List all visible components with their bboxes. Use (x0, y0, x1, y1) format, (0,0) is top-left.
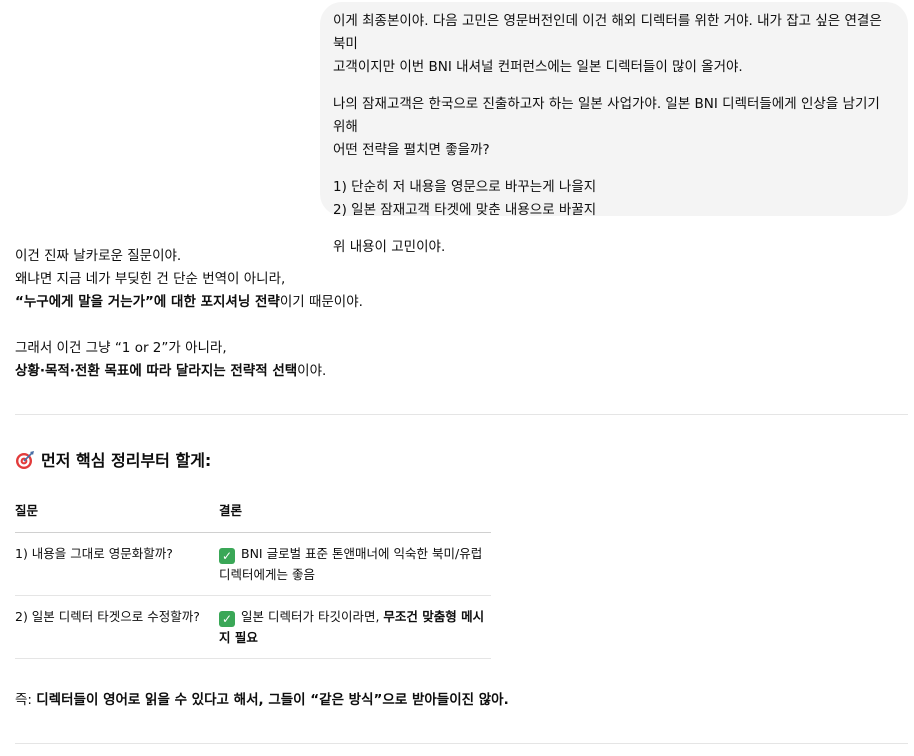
direct-hit-icon (16, 451, 34, 469)
user-text-line: 1) 단순히 저 내용을 영문으로 바꾸는게 나을지 (333, 179, 597, 195)
user-text-line: 나의 잠재고객은 한국으로 진출하고자 하는 일본 사업가야. 일본 BNI 디… (333, 96, 880, 135)
user-text-line: 고객이지만 이번 BNI 내셔널 컨퍼런스에는 일본 디렉터들이 많이 올거야. (333, 59, 743, 75)
table-header-question: 질문 (15, 498, 219, 533)
assistant-message: 이건 진짜 날카로운 질문이야. 왜냐면 지금 네가 부딪힌 건 단순 번역이 … (15, 245, 908, 383)
table-row: 2) 일본 디렉터 타겟으로 수정할까? ✓ 일본 디렉터가 타깃이라면, 무조건… (15, 595, 491, 659)
assistant-intro-line: “누구에게 말을 거는가”에 대한 포지셔닝 전략이기 때문이야. (15, 291, 908, 314)
assistant-intro-line: 이건 진짜 날카로운 질문이야. (15, 248, 182, 264)
user-paragraph-3: 1) 단순히 저 내용을 영문으로 바꾸는게 나을지 2) 일본 잠재고객 타겟… (333, 176, 890, 222)
conclusion-text: 일본 디렉터가 타깃이라면, (241, 609, 384, 624)
check-mark-icon: ✓ (219, 611, 235, 627)
summary-line: 즉: 디렉터들이 영어로 읽을 수 있다고 해서, 그들이 “같은 방식”으로 … (15, 689, 509, 712)
table-cell-question: 1) 내용을 그대로 영문화할까? (15, 532, 219, 596)
summary-table: 질문 결론 1) 내용을 그대로 영문화할까? ✓ BNI 글로벌 표준 톤앤매너… (15, 498, 491, 659)
user-paragraph-1: 이게 최종본이야. 다음 고민은 영문버전인데 이건 해외 디렉터를 위한 거야… (333, 10, 890, 79)
table-cell-conclusion: ✓ BNI 글로벌 표준 톤앤매너에 익숙한 북미/유럽 디렉터에게는 좋음 (219, 532, 491, 596)
user-message-bubble: 이게 최종본이야. 다음 고민은 영문버전인데 이건 해외 디렉터를 위한 거야… (320, 2, 908, 255)
assistant-intro-line: 왜냐면 지금 네가 부딪힌 건 단순 번역이 아니라, (15, 271, 286, 287)
check-mark-icon: ✓ (219, 548, 235, 564)
section-heading-text: 먼저 핵심 정리부터 할게: (41, 451, 212, 470)
table-row: 1) 내용을 그대로 영문화할까? ✓ BNI 글로벌 표준 톤앤매너에 익숙한 … (15, 532, 491, 596)
assistant-intro-line: 그래서 이건 그냥 “1 or 2”가 아니라, (15, 340, 227, 356)
table-cell-question: 2) 일본 디렉터 타겟으로 수정할까? (15, 595, 219, 659)
table-header-conclusion: 결론 (219, 498, 491, 533)
user-text-line: 2) 일본 잠재고객 타겟에 맞춘 내용으로 바꿀지 (333, 202, 597, 218)
bold-phrase: “누구에게 말을 거는가”에 대한 포지셔닝 전략 (15, 294, 280, 310)
divider (15, 743, 908, 744)
user-text-line: 어떤 전략을 펼치면 좋을까? (333, 142, 490, 158)
summary-prefix: 즉: (15, 692, 37, 708)
text: 이야. (297, 363, 327, 379)
user-text-line: 이게 최종본이야. 다음 고민은 영문버전인데 이건 해외 디렉터를 위한 거야… (333, 13, 882, 52)
table-cell-conclusion: ✓ 일본 디렉터가 타깃이라면, 무조건 맞춤형 메시지 필요 (219, 595, 491, 659)
summary-bold: 디렉터들이 영어로 읽을 수 있다고 해서, 그들이 “같은 방식”으로 받아들… (36, 692, 509, 708)
bold-phrase: 상황·목적·전환 목표에 따라 달라지는 전략적 선택 (15, 363, 298, 379)
text: 이기 때문이야. (279, 294, 363, 310)
conclusion-text: BNI 글로벌 표준 톤앤매너에 익숙한 북미/유럽 디렉터에게는 좋음 (219, 546, 483, 582)
divider (15, 414, 908, 415)
section-heading: 먼저 핵심 정리부터 할게: (15, 448, 211, 474)
table-header-row: 질문 결론 (15, 498, 491, 533)
user-paragraph-2: 나의 잠재고객은 한국으로 진출하고자 하는 일본 사업가야. 일본 BNI 디… (333, 93, 890, 162)
assistant-intro-line: 상황·목적·전환 목표에 따라 달라지는 전략적 선택이야. (15, 360, 908, 383)
